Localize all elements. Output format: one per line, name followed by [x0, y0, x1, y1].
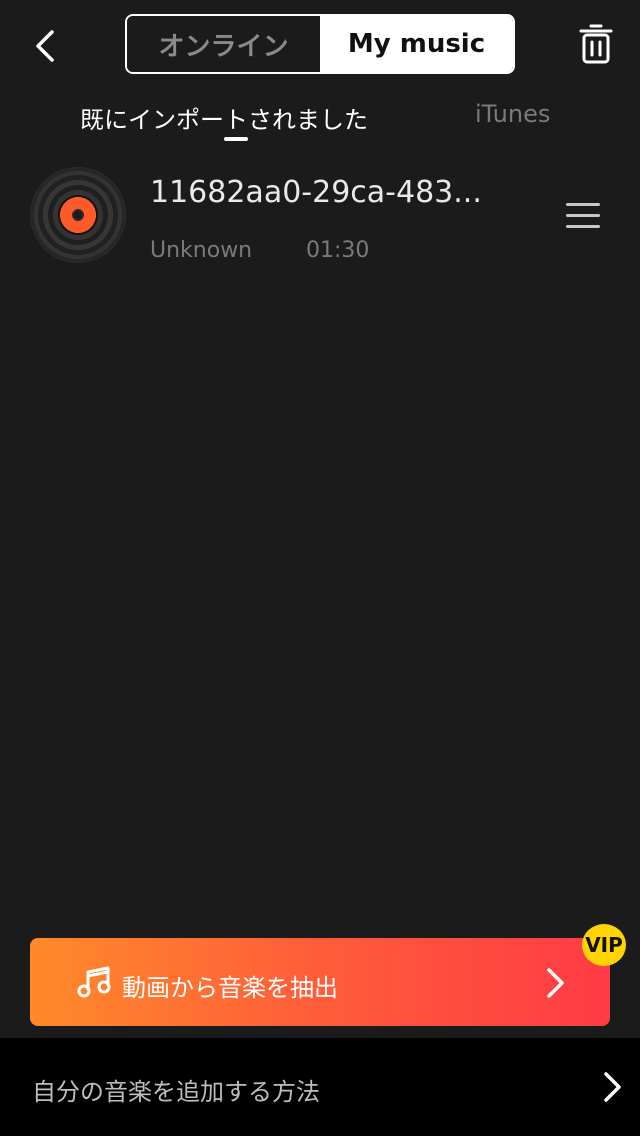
hamburger-icon [566, 203, 600, 206]
track-title: 11682aa0-29ca-483... [150, 175, 482, 210]
chevron-right-icon [547, 968, 564, 998]
trash-icon [579, 24, 613, 64]
track-artist: Unknown [150, 238, 253, 263]
track-menu-button[interactable] [562, 200, 604, 232]
chevron-right-icon [604, 1072, 621, 1102]
extract-music-label: 動画から音楽を抽出 [122, 974, 338, 1002]
music-note-icon [77, 966, 111, 998]
active-tab-indicator [224, 137, 248, 141]
source-segmented-control: オンライン My music [125, 14, 515, 74]
back-button[interactable] [22, 24, 66, 68]
tab-imported[interactable]: 既にインポートされました [80, 100, 368, 135]
segment-online[interactable]: オンライン [127, 16, 320, 72]
chevron-left-icon [36, 30, 54, 62]
delete-button[interactable] [572, 20, 620, 68]
vinyl-record-icon [30, 167, 126, 263]
tab-itunes[interactable]: iTunes [475, 100, 550, 128]
vip-badge: VIP [582, 924, 626, 966]
segment-my-music[interactable]: My music [320, 16, 513, 72]
track-duration: 01:30 [306, 238, 370, 263]
add-music-help-label: 自分の音楽を追加する方法 [32, 1078, 320, 1106]
